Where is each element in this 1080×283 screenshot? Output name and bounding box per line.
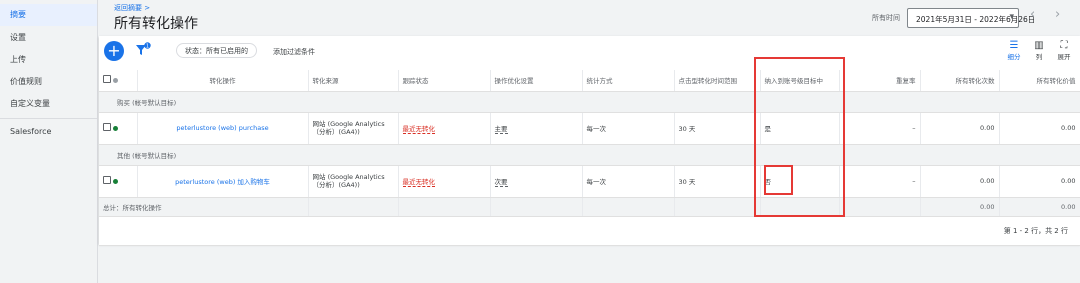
date-range-value: 2021年5月31日 - 2022年6月26日 bbox=[916, 15, 1036, 24]
caret-down-icon: ▾ bbox=[1009, 12, 1014, 22]
total-conversions: 0.00 bbox=[920, 197, 1000, 217]
columns-button[interactable]: ▥ 列 bbox=[1028, 40, 1050, 66]
column-header-action[interactable]: 转化操作 bbox=[137, 70, 309, 92]
group-row: 其他 (帐号默认目标) bbox=[99, 144, 1080, 166]
sidebar-item-settings[interactable]: 设置 bbox=[0, 27, 97, 49]
table-row: peterlustore (web) purchase 网站 (Google A… bbox=[99, 112, 1080, 145]
header-select-cell bbox=[99, 70, 138, 92]
optimization-cell: 次要 bbox=[490, 165, 583, 198]
optimization-value[interactable]: 主要 bbox=[494, 125, 508, 134]
select-all-checkbox[interactable] bbox=[103, 75, 111, 84]
tracking-status[interactable]: 最近无转化 bbox=[402, 178, 435, 187]
sidebar-item-value-rules[interactable]: 价值规则 bbox=[0, 71, 97, 93]
conversions-panel: + 1 状态：所有已启用的 添加过滤条件 ☰ 细分 ▥ 列 ⛶ 展开 转化操作 … bbox=[99, 36, 1080, 246]
window-cell: 30 天 bbox=[674, 112, 761, 145]
count-cell: 每一次 bbox=[582, 112, 675, 145]
row-checkbox[interactable] bbox=[103, 123, 111, 131]
svg-text:1: 1 bbox=[146, 44, 149, 50]
tracking-cell: 最近无转化 bbox=[398, 165, 491, 198]
column-header-all-conversions[interactable]: 所有转化次数 bbox=[920, 70, 1000, 92]
back-link[interactable]: 返回摘要 > bbox=[114, 3, 150, 13]
dup-rate-cell: – bbox=[839, 165, 921, 198]
date-range-picker[interactable]: 2021年5月31日 - 2022年6月26日 ▾ bbox=[907, 8, 1035, 28]
filter-icon[interactable]: 1 bbox=[135, 42, 151, 58]
column-header-all-conv-value[interactable]: 所有转化价值 bbox=[999, 70, 1080, 92]
dup-rate-cell: – bbox=[839, 112, 921, 145]
pagination-row: 第 1 - 2 行，共 2 行 bbox=[99, 216, 1080, 246]
row-checkbox[interactable] bbox=[103, 176, 111, 184]
expand-button[interactable]: ⛶ 展开 bbox=[1053, 40, 1075, 66]
optimization-value[interactable]: 次要 bbox=[494, 178, 508, 187]
sidebar: 摘要 设置 上传 价值规则 自定义变量 Salesforce bbox=[0, 0, 98, 283]
conversions-table: 转化操作 转化来源 跟踪状态 操作优化设置 统计方式 点击型转化时间范围 纳入到… bbox=[99, 70, 1080, 246]
pagination-text: 第 1 - 2 行，共 2 行 bbox=[99, 216, 1080, 246]
expand-icon: ⛶ bbox=[1060, 40, 1068, 51]
columns-icon: ▥ bbox=[1034, 40, 1044, 51]
total-label: 总计：所有转化操作 bbox=[99, 197, 309, 217]
tracking-cell: 最近无转化 bbox=[398, 112, 491, 145]
segment-icon: ☰ bbox=[1009, 40, 1019, 51]
all-conversions-cell: 0.00 bbox=[920, 112, 1000, 145]
highlight-box-no-value bbox=[764, 165, 793, 195]
expand-label: 展开 bbox=[1057, 53, 1071, 61]
column-header-window[interactable]: 点击型转化时间范围 bbox=[674, 70, 761, 92]
group-row: 购买 (帐号默认目标) bbox=[99, 91, 1080, 113]
segment-label: 细分 bbox=[1007, 53, 1021, 61]
chevron-left-icon[interactable]: ‹ bbox=[1030, 7, 1035, 22]
page-title: 所有转化操作 bbox=[114, 16, 198, 32]
sidebar-item-salesforce[interactable]: Salesforce bbox=[0, 121, 97, 143]
add-filter-link[interactable]: 添加过滤条件 bbox=[273, 47, 315, 57]
total-row: 总计：所有转化操作 0.00 0.00 bbox=[99, 197, 1080, 217]
window-cell: 30 天 bbox=[674, 165, 761, 198]
table-header-row: 转化操作 转化来源 跟踪状态 操作优化设置 统计方式 点击型转化时间范围 纳入到… bbox=[99, 70, 1080, 92]
column-header-optimization[interactable]: 操作优化设置 bbox=[490, 70, 583, 92]
filter-chip-status[interactable]: 状态：所有已启用的 bbox=[176, 43, 257, 58]
table-row: peterlustore (web) 加入购物车 网站 (Google Anal… bbox=[99, 165, 1080, 198]
segment-button[interactable]: ☰ 细分 bbox=[1003, 40, 1025, 66]
column-header-tracking[interactable]: 跟踪状态 bbox=[398, 70, 491, 92]
chevron-right-icon[interactable]: › bbox=[1055, 7, 1060, 22]
row-select-cell bbox=[99, 165, 138, 198]
column-header-source[interactable]: 转化来源 bbox=[308, 70, 399, 92]
conversion-action-link[interactable]: peterlustore (web) purchase bbox=[137, 112, 309, 145]
add-conversion-button[interactable]: + bbox=[104, 41, 124, 61]
all-conv-value-cell: 0.00 bbox=[999, 112, 1080, 145]
sidebar-divider bbox=[0, 118, 97, 119]
status-dot-icon bbox=[113, 126, 119, 131]
total-value: 0.00 bbox=[999, 197, 1080, 217]
date-range-label: 所有时间 bbox=[872, 14, 900, 22]
all-conv-value-cell: 0.00 bbox=[999, 165, 1080, 198]
tracking-status[interactable]: 最近无转化 bbox=[402, 125, 435, 134]
sidebar-item-uploads[interactable]: 上传 bbox=[0, 49, 97, 71]
sidebar-item-custom-variables[interactable]: 自定义变量 bbox=[0, 93, 97, 115]
table-toolbar: + 1 状态：所有已启用的 添加过滤条件 ☰ 细分 ▥ 列 ⛶ 展开 bbox=[99, 36, 1080, 70]
columns-label: 列 bbox=[1035, 53, 1043, 61]
source-cell: 网站 (Google Analytics（分析）(GA4)) bbox=[308, 165, 399, 198]
source-cell: 网站 (Google Analytics（分析）(GA4)) bbox=[308, 112, 399, 145]
header: 返回摘要 > 所有转化操作 所有时间 2021年5月31日 - 2022年6月2… bbox=[99, 0, 1080, 36]
conversion-action-link[interactable]: peterlustore (web) 加入购物车 bbox=[137, 165, 309, 198]
group-label: 其他 (帐号默认目标) bbox=[99, 144, 1080, 166]
status-dot-icon bbox=[113, 179, 119, 184]
row-select-cell bbox=[99, 112, 138, 145]
group-label: 购买 (帐号默认目标) bbox=[99, 91, 1080, 113]
count-cell: 每一次 bbox=[582, 165, 675, 198]
all-conversions-cell: 0.00 bbox=[920, 165, 1000, 198]
status-dot-icon bbox=[113, 78, 119, 84]
column-header-count[interactable]: 统计方式 bbox=[582, 70, 675, 92]
optimization-cell: 主要 bbox=[490, 112, 583, 145]
sidebar-item-summary[interactable]: 摘要 bbox=[0, 4, 97, 26]
column-header-dup-rate[interactable]: 重复率 bbox=[839, 70, 921, 92]
